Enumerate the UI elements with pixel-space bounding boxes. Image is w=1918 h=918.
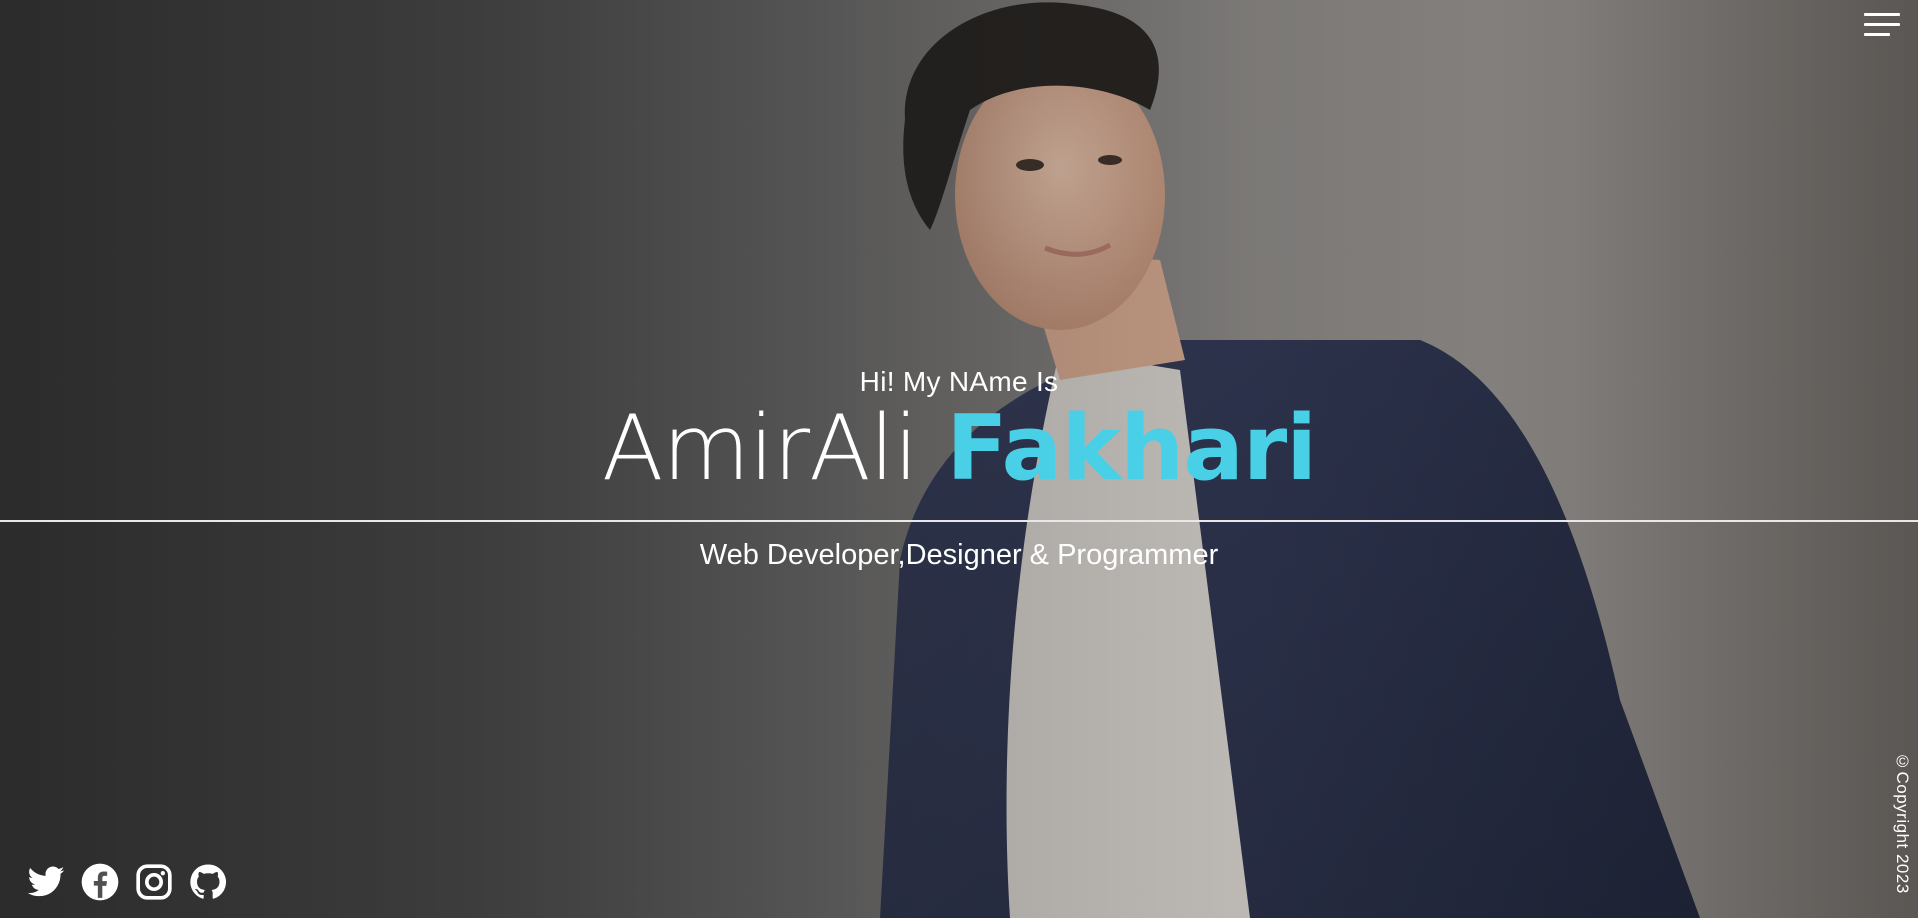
hero-name: AmirAli Fakhari	[0, 404, 1918, 494]
last-name: Fakhari	[946, 396, 1317, 501]
github-icon[interactable]	[188, 862, 228, 902]
hamburger-menu-icon[interactable]	[1864, 11, 1900, 39]
instagram-icon[interactable]	[134, 862, 174, 902]
facebook-icon[interactable]	[80, 862, 120, 902]
menu-line	[1864, 33, 1890, 36]
menu-line	[1864, 23, 1900, 26]
twitter-icon[interactable]	[26, 862, 66, 902]
greeting-text: Hi! My NAme Is	[859, 366, 1059, 397]
first-name: AmirAli	[601, 396, 919, 501]
copyright-text: ©Copyright 2023	[1893, 752, 1912, 894]
horizontal-divider	[0, 520, 1918, 522]
menu-line	[1864, 13, 1900, 16]
role-subtitle: Web Developer,Designer & Programmer	[699, 539, 1219, 571]
intro-block: Hi! My NAme Is AmirAli Fakhari	[0, 368, 1918, 494]
social-links	[26, 862, 228, 902]
hero-section: Hi! My NAme Is AmirAli Fakhari Web Devel…	[0, 0, 1918, 918]
